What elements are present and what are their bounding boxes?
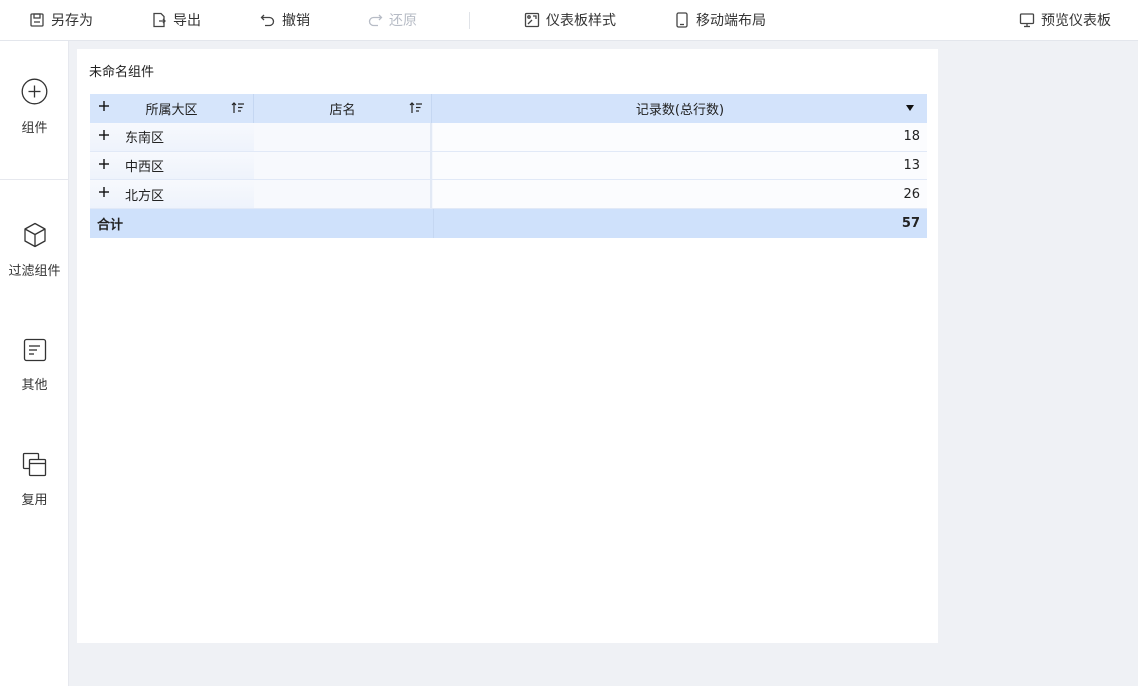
monitor-icon — [1019, 12, 1035, 28]
sidebar-item-filter-components[interactable]: 过滤组件 — [0, 222, 69, 279]
export-icon — [151, 12, 167, 28]
toolbar-divider — [469, 12, 470, 29]
save-as-button[interactable]: 另存为 — [29, 0, 93, 40]
store-cell — [254, 123, 432, 151]
sort-icon[interactable] — [231, 102, 245, 114]
undo-label: 撤销 — [282, 13, 310, 29]
header-cell-region[interactable]: 所属大区 — [90, 94, 254, 123]
region-name: 东南区 — [125, 131, 165, 147]
left-sidebar: 组件 过滤组件 其他 复用 — [0, 41, 69, 686]
header-cell-store[interactable]: 店名 — [254, 94, 432, 123]
data-table: 所属大区 店名 记录数(总行数) 东南区 18 中西区 13 北方区 26 合计… — [90, 94, 927, 239]
top-toolbar: 另存为 导出 撤销 还原 仪表板样式 移动端布局 预览仪表板 — [0, 0, 1138, 41]
copy-icon — [22, 452, 47, 477]
expand-all-icon[interactable] — [99, 101, 109, 111]
cube-icon — [23, 222, 47, 248]
mobile-layout-label: 移动端布局 — [696, 13, 766, 29]
sidebar-divider — [0, 179, 69, 180]
sidebar-item-label: 复用 — [21, 493, 48, 508]
count-cell: 26 — [433, 180, 927, 209]
sidebar-item-label: 组件 — [21, 121, 48, 136]
preview-dashboard-button[interactable]: 预览仪表板 — [1019, 0, 1111, 40]
region-cell: 北方区 — [90, 180, 254, 209]
sidebar-item-reuse[interactable]: 复用 — [0, 452, 69, 508]
expand-icon[interactable] — [99, 158, 109, 169]
sort-icon[interactable] — [409, 102, 423, 114]
undo-icon — [260, 12, 276, 28]
table-header-row: 所属大区 店名 记录数(总行数) — [90, 94, 927, 123]
header-cell-record-count[interactable]: 记录数(总行数) — [433, 94, 927, 123]
save-as-label: 另存为 — [51, 13, 93, 29]
region-cell: 中西区 — [90, 151, 254, 180]
total-value: 57 — [433, 209, 927, 239]
header-label: 记录数(总行数) — [635, 103, 725, 118]
header-label: 所属大区 — [145, 103, 198, 118]
document-icon — [23, 338, 47, 362]
redo-button[interactable]: 还原 — [367, 0, 417, 40]
table-row: 北方区 26 — [90, 180, 927, 210]
count-cell: 18 — [433, 123, 927, 151]
undo-button[interactable]: 撤销 — [260, 0, 310, 40]
sidebar-item-label: 过滤组件 — [8, 264, 61, 279]
export-button[interactable]: 导出 — [151, 0, 201, 40]
header-label: 店名 — [329, 103, 356, 118]
count-cell: 13 — [433, 151, 927, 180]
widget-title[interactable]: 未命名组件 — [89, 61, 154, 80]
dashboard-style-button[interactable]: 仪表板样式 — [524, 0, 616, 40]
total-label: 合计 — [97, 218, 124, 234]
expand-icon[interactable] — [99, 130, 109, 140]
export-label: 导出 — [173, 13, 201, 29]
sidebar-item-other[interactable]: 其他 — [0, 338, 69, 393]
redo-label: 还原 — [389, 13, 417, 29]
table-row: 东南区 18 — [90, 123, 927, 152]
table-widget[interactable]: 未命名组件 所属大区 店名 记录数(总行数) 东南区 18 中西区 13 北方区… — [77, 49, 938, 643]
dashboard-style-label: 仪表板样式 — [546, 13, 616, 29]
store-cell — [254, 180, 432, 209]
redo-icon — [367, 12, 383, 28]
mobile-layout-button[interactable]: 移动端布局 — [674, 0, 766, 40]
region-name: 北方区 — [125, 188, 165, 204]
sidebar-item-components[interactable]: 组件 — [0, 78, 69, 136]
mobile-icon — [674, 12, 690, 28]
save-icon — [29, 12, 45, 28]
region-cell: 东南区 — [90, 123, 254, 151]
store-cell — [254, 151, 432, 180]
region-name: 中西区 — [125, 160, 165, 176]
sidebar-item-label: 其他 — [21, 378, 48, 393]
dropdown-arrow-icon[interactable] — [906, 105, 914, 111]
plus-circle-icon — [21, 78, 48, 105]
table-total-row: 合计 57 — [90, 209, 927, 239]
palette-icon — [524, 12, 540, 28]
expand-icon[interactable] — [99, 187, 109, 198]
preview-label: 预览仪表板 — [1041, 13, 1111, 29]
table-row: 中西区 13 — [90, 151, 927, 181]
